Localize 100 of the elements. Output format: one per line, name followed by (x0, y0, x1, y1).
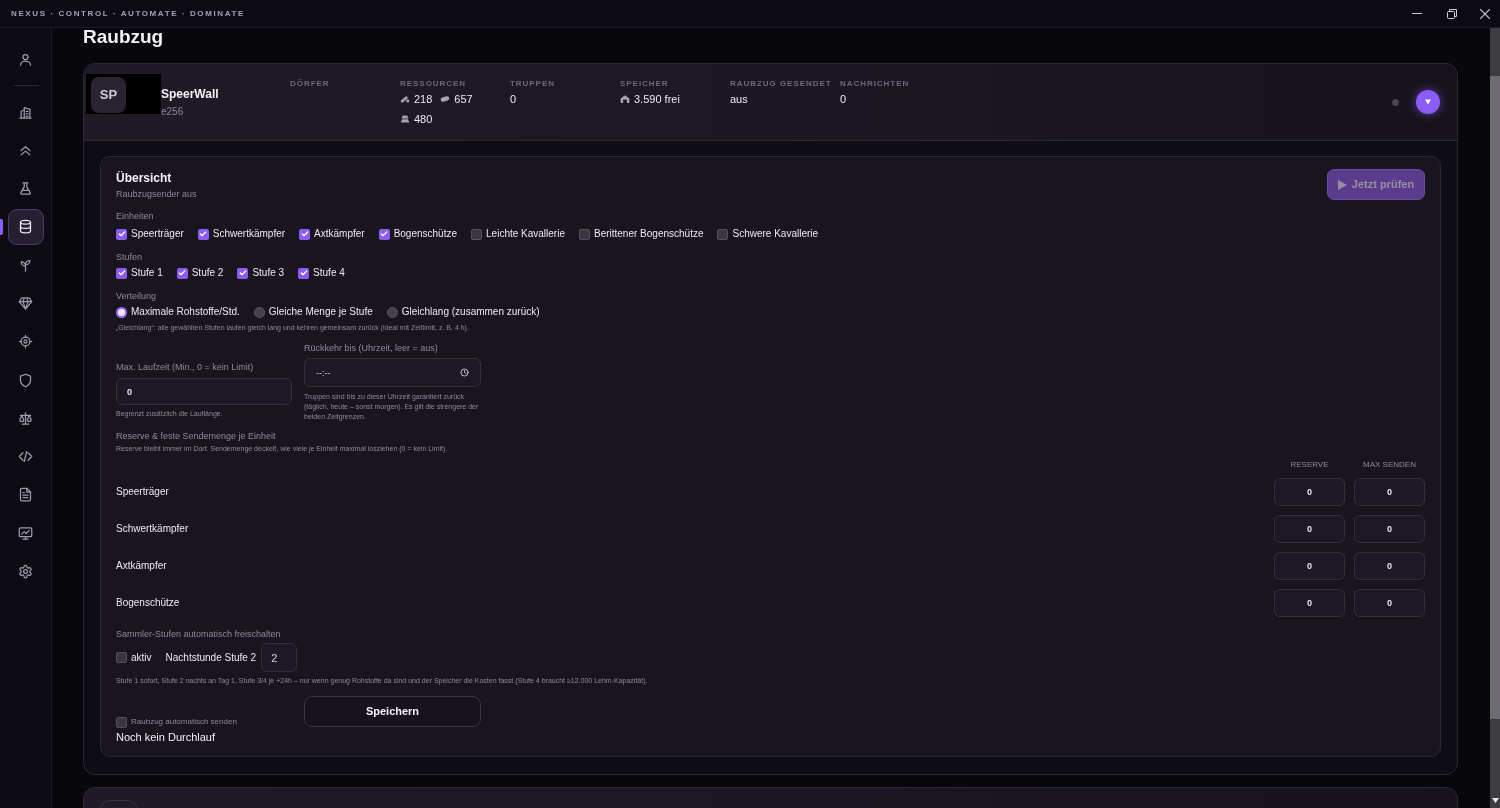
radio-button[interactable] (386, 306, 398, 318)
checkbox[interactable] (116, 267, 127, 279)
target-icon (18, 334, 33, 350)
settings-icon (18, 564, 33, 580)
section-label: Verteilung (116, 290, 158, 302)
stat-value: 0 (840, 92, 847, 107)
warehouse-icon (620, 94, 630, 104)
checkbox-label: Berittener Bogenschütze (593, 227, 704, 241)
database-icon (18, 219, 33, 235)
stat-value: aus (730, 92, 748, 107)
checkbox-label: aktiv (131, 650, 152, 665)
checkbox[interactable] (116, 716, 127, 728)
stat-label: DÖRFER (290, 79, 331, 89)
gem-icon (18, 296, 33, 311)
checkbox[interactable] (378, 228, 390, 240)
user-icon (18, 51, 33, 67)
stat-label: TRUPPEN (510, 79, 556, 89)
reserve-field[interactable]: 0 (1274, 589, 1345, 617)
unit-name: Axtkämpfer (116, 559, 167, 573)
checkbox[interactable] (197, 228, 209, 240)
runtime-field[interactable]: 0 (116, 378, 292, 405)
checkbox[interactable] (578, 228, 590, 240)
checkmark-icon (300, 230, 309, 238)
checkbox[interactable] (176, 267, 188, 279)
minimize-icon (1412, 13, 1422, 14)
checkbox-label: Speerträger (131, 227, 184, 241)
avatar: SP (91, 77, 126, 113)
close-icon (1480, 8, 1490, 19)
checkmark-icon (199, 230, 208, 238)
unit-name: Speerträger (116, 485, 169, 499)
section-label: Stufen (116, 251, 144, 263)
play-icon (1337, 179, 1347, 190)
radio-label: Gleiche Menge je Stufe (268, 305, 373, 319)
field-label: Nachtstunde Stufe 2 (165, 650, 257, 665)
checkbox-label: Axtkämpfer (314, 227, 365, 241)
checkbox[interactable] (717, 228, 729, 240)
brick-icon (440, 94, 451, 104)
shield-icon (18, 372, 33, 388)
max-send-field[interactable]: 0 (1354, 515, 1425, 543)
max-send-field[interactable]: 0 (1354, 552, 1425, 580)
checkbox-label: Stufe 3 (252, 266, 285, 280)
village-code: e256 (161, 106, 185, 118)
run-status: Noch kein Durchlauf (116, 730, 217, 744)
panel-subtitle: Raubzugsender aus (116, 188, 197, 200)
section-label: Reserve & feste Sendemenge je Einheit (116, 430, 277, 442)
max-send-field[interactable]: 0 (1354, 478, 1425, 506)
time-field[interactable]: --:-- (304, 358, 481, 387)
stat-value: 218 (414, 92, 433, 107)
ingot-icon (400, 114, 410, 124)
checkmark-icon (117, 269, 126, 277)
stat-label: SPEICHER (620, 79, 670, 89)
stat-label: RAUBZUG GESENDET (730, 79, 833, 89)
checkbox[interactable] (116, 228, 127, 240)
checkbox-label: Schwere Kavallerie (732, 227, 819, 241)
checkbox-label: Leichte Kavallerie (486, 227, 565, 241)
radio-label: Gleichlang (zusammen zurück) (401, 305, 540, 319)
reserve-field[interactable]: 0 (1274, 552, 1345, 580)
monitor-chart-icon (18, 525, 33, 541)
checkbox[interactable] (471, 228, 483, 240)
sprout-icon (18, 257, 33, 273)
section-label: Sammler-Stufen automatisch freischalten (116, 628, 282, 640)
code-icon (18, 449, 33, 465)
checkmark-icon (380, 230, 389, 238)
stat-value: 657 (454, 92, 473, 107)
max-send-field[interactable]: 0 (1354, 589, 1425, 617)
checkmark-icon (178, 269, 187, 277)
scales-icon (18, 410, 33, 426)
panel-title: Übersicht (116, 171, 173, 185)
checkbox-label: Schwertkämpfer (212, 227, 286, 241)
unit-name: Schwertkämpfer (116, 522, 189, 536)
checkbox[interactable] (237, 267, 249, 279)
radio-button[interactable] (116, 306, 127, 318)
column-header: RESERVE (1289, 460, 1330, 470)
radio-button[interactable] (253, 306, 265, 318)
radio-label: Maximale Rohstoffe/Std. (131, 305, 240, 319)
checkbox[interactable] (116, 652, 127, 663)
column-header: MAX SENDEN (1362, 460, 1417, 470)
save-button[interactable]: Speichern (304, 696, 481, 727)
stat-value: 480 (414, 112, 433, 127)
clock-icon (460, 368, 469, 377)
checkbox[interactable] (298, 267, 310, 279)
night-hour-field[interactable]: 2 (261, 643, 298, 672)
stat-value: 3.590 frei (634, 92, 680, 107)
stat-label: NACHRICHTEN (840, 79, 911, 89)
stat-label: RESSOURCEN (400, 79, 468, 89)
expand-button[interactable] (1416, 90, 1440, 114)
reserve-field[interactable]: 0 (1274, 478, 1345, 506)
checkbox-label: Stufe 1 (131, 266, 163, 280)
reserve-field[interactable]: 0 (1274, 515, 1345, 543)
field-label: Rückkehr bis (Uhrzeit, leer = aus) (304, 342, 439, 354)
checkbox-label: Stufe 2 (191, 266, 224, 280)
checkmark-icon (238, 269, 247, 277)
checkbox[interactable] (299, 228, 311, 240)
village-name: SpeerWall (161, 87, 219, 101)
log-icon (400, 94, 410, 104)
checkbox-label: Bogenschütze (393, 227, 458, 241)
nav-button[interactable] (7, 208, 44, 245)
app-tagline: NEXUS · CONTROL · AUTOMATE · DOMINATE (10, 8, 245, 19)
buildings-icon (18, 104, 33, 120)
restore-icon (1447, 8, 1457, 19)
